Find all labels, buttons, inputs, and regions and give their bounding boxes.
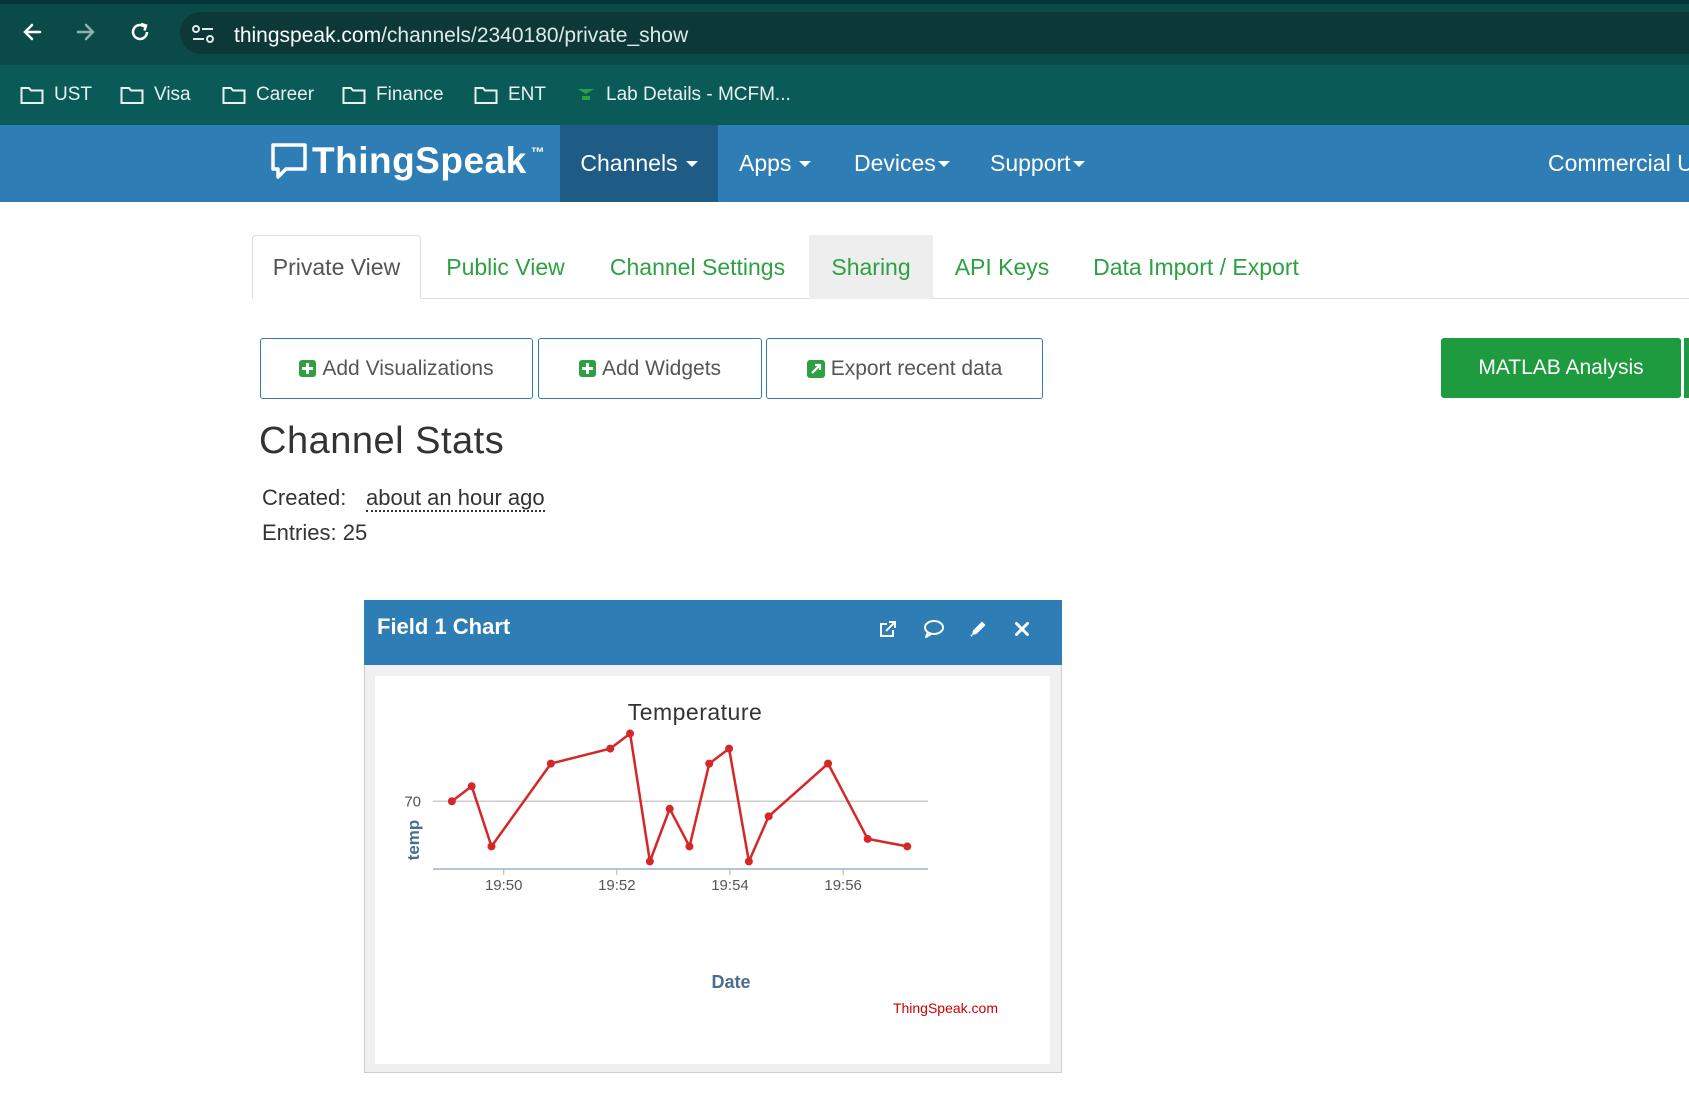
entries-row: Entries: 25: [262, 520, 367, 546]
url-path: /channels/2340180/private_show: [381, 24, 689, 47]
folder-icon: [222, 87, 246, 104]
chart-data-point: [744, 857, 753, 866]
bookmark-label: Finance: [376, 84, 444, 105]
entries-value: 25: [342, 520, 368, 545]
bookmark-label: UST: [54, 84, 92, 105]
nav-channels-label: Channels: [580, 150, 678, 176]
add-visualizations-label: Add Visualizations: [322, 356, 494, 380]
url-text[interactable]: thingspeak.com/channels/2340180/private_…: [234, 24, 688, 48]
chart-data-point: [665, 804, 674, 813]
tab-sharing[interactable]: Sharing: [809, 235, 933, 299]
thingspeak-logo[interactable]: ThingSpeak ™: [270, 140, 545, 182]
nav-apps[interactable]: Apps: [739, 125, 812, 202]
speech-bubble-logo-icon: [271, 143, 307, 179]
nav-commercial-label: Commercial U: [1548, 150, 1689, 176]
nav-support[interactable]: Support: [990, 125, 1085, 202]
caret-down-icon: [799, 160, 812, 167]
bookmark-visa[interactable]: Visa: [120, 80, 191, 110]
created-label: Created:: [262, 485, 347, 510]
chart-y-tick-label: 70: [404, 793, 421, 810]
nav-apps-label: Apps: [739, 150, 792, 176]
export-recent-data-button[interactable]: Export recent data: [766, 338, 1043, 399]
folder-icon: [120, 87, 144, 104]
bookmark-label: ENT: [508, 84, 546, 105]
tab-private-view[interactable]: Private View: [252, 235, 421, 299]
tab-api-keys[interactable]: API Keys: [948, 235, 1056, 299]
export-recent-data-label: Export recent data: [830, 356, 1003, 380]
folder-icon: [342, 87, 366, 104]
pencil-icon[interactable]: [966, 617, 990, 641]
nav-support-label: Support: [990, 150, 1071, 176]
folder-icon: [474, 87, 498, 104]
bookmark-career[interactable]: Career: [222, 80, 314, 110]
bookmark-ust[interactable]: UST: [20, 80, 92, 110]
chart-data-point: [626, 729, 635, 738]
nav-channels[interactable]: Channels: [560, 125, 718, 202]
matlab-visualization-button-edge[interactable]: [1684, 338, 1689, 398]
chart-x-tick-label: 19:54: [711, 877, 749, 894]
chart-y-axis-label: temp: [404, 820, 423, 861]
nav-devices-label: Devices: [854, 150, 936, 176]
chart-data-point: [487, 842, 496, 851]
chart-data-point: [903, 842, 912, 851]
close-icon[interactable]: [1010, 617, 1034, 641]
chart-data-point: [546, 759, 555, 768]
widget-title: Field 1 Chart: [377, 614, 511, 639]
matlab-analysis-button[interactable]: MATLAB Analysis: [1441, 338, 1681, 398]
comment-icon[interactable]: [922, 617, 946, 641]
tab-public-view[interactable]: Public View: [428, 235, 583, 299]
bookmark-label: Career: [256, 84, 315, 105]
add-visualizations-button[interactable]: Add Visualizations: [260, 338, 533, 399]
url-host: thingspeak.com: [234, 24, 382, 47]
chart-x-tick-label: 19:56: [824, 877, 862, 894]
bookmark-lab-details[interactable]: Lab Details - MCFM...: [576, 80, 791, 110]
back-arrow-icon[interactable]: [14, 14, 50, 50]
chart-data-point: [725, 744, 734, 753]
logo-trademark: ™: [530, 144, 545, 160]
site-favicon-icon: [578, 89, 594, 100]
site-navbar: [0, 125, 1689, 202]
bookmark-label: Visa: [154, 84, 191, 105]
channel-stats-title: Channel Stats: [259, 420, 505, 462]
plus-icon: [299, 360, 317, 377]
created-value: about an hour ago: [366, 485, 545, 512]
external-link-icon[interactable]: [876, 617, 900, 641]
site-settings-icon[interactable]: [191, 24, 215, 49]
chart-data-point: [824, 759, 833, 768]
chart-data-point: [645, 857, 654, 866]
chart-data-point: [467, 782, 476, 791]
chart-x-tick-label: 19:52: [598, 877, 636, 894]
add-widgets-label: Add Widgets: [601, 356, 722, 380]
forward-arrow-icon[interactable]: [68, 14, 104, 50]
caret-down-icon: [685, 160, 698, 167]
chart-x-axis-label: Date: [711, 972, 750, 992]
caret-down-icon: [937, 160, 950, 167]
tab-channel-settings[interactable]: Channel Settings: [599, 235, 796, 299]
chart-data-point: [606, 744, 615, 753]
reload-icon[interactable]: [122, 14, 158, 50]
nav-commercial[interactable]: Commercial U: [1548, 125, 1689, 202]
chart-title: Temperature: [628, 699, 763, 725]
bookmark-ent[interactable]: ENT: [474, 80, 546, 110]
caret-down-icon: [1072, 160, 1085, 167]
chart-data-point: [685, 842, 694, 851]
chart-credit: ThingSpeak.com: [893, 1000, 998, 1016]
folder-icon: [20, 87, 44, 104]
logo-text: ThingSpeak: [312, 140, 527, 181]
temperature-chart: Temperature 19:50 19:52 19:54 19:56 70 temp…: [404, 699, 998, 1016]
chart-data-point: [764, 812, 773, 821]
entries-label: Entries:: [262, 520, 337, 545]
nav-devices[interactable]: Devices: [854, 125, 950, 202]
tab-data-import-export[interactable]: Data Import / Export: [1082, 235, 1310, 299]
chart-data-point: [863, 834, 872, 843]
export-icon: [806, 359, 825, 378]
chart-x-tick-label: 19:50: [485, 877, 523, 894]
bookmark-finance[interactable]: Finance: [342, 80, 444, 110]
chart-series-line: [451, 732, 908, 863]
chart-data-point: [705, 759, 714, 768]
bookmark-label: Lab Details - MCFM...: [606, 84, 791, 105]
plus-icon: [578, 360, 596, 377]
add-widgets-button[interactable]: Add Widgets: [538, 338, 762, 399]
chart-data-point: [447, 797, 456, 806]
